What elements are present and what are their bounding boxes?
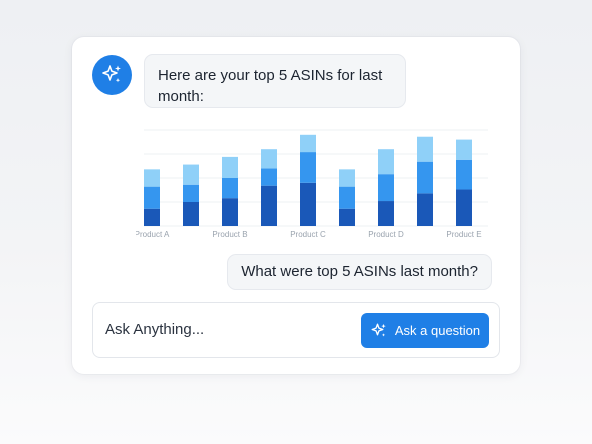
bar-segment: [222, 198, 238, 226]
ask-question-button[interactable]: Ask a question: [361, 313, 489, 348]
stacked-bar-chart: Product A Product B Product C Product D Prod…: [136, 129, 488, 239]
bar-segment: [339, 208, 355, 226]
bar-segment: [300, 182, 316, 226]
bar-segment: [339, 169, 355, 187]
bar-segment: [183, 164, 199, 185]
bar-segment: [417, 193, 433, 226]
sparkle-icon: [371, 323, 386, 337]
bar-segment: [456, 189, 472, 226]
bar-segment: [378, 201, 394, 226]
bar-segment: [222, 156, 238, 178]
x-tick-label: Product D: [368, 230, 404, 239]
bar-segment: [144, 169, 160, 187]
assistant-message-text: Here are your top 5 ASINs for last month…: [158, 67, 383, 105]
bar-segment: [183, 184, 199, 202]
assistant-message-bubble: Here are your top 5 ASINs for last month…: [144, 54, 406, 108]
bar-segment: [417, 136, 433, 162]
bar-segment: [300, 152, 316, 183]
sparkle-icon: [102, 65, 121, 83]
bar-segment: [300, 134, 316, 153]
bar-segment: [378, 174, 394, 202]
chat-card: Here are your top 5 ASINs for last month…: [72, 37, 520, 374]
bar-segment: [144, 186, 160, 209]
chat-input-placeholder[interactable]: Ask Anything...: [105, 303, 204, 357]
x-tick-label: Product A: [136, 230, 170, 239]
x-tick-label: Product C: [290, 230, 326, 239]
bar-segment: [144, 208, 160, 226]
ask-question-label: Ask a question: [394, 323, 481, 338]
bar-segment: [222, 178, 238, 199]
user-message-bubble: What were top 5 ASINs last month?: [227, 254, 492, 290]
bar-segment: [378, 149, 394, 175]
bar-segment: [261, 185, 277, 226]
x-tick-label: Product B: [212, 230, 247, 239]
user-message-text: What were top 5 ASINs last month?: [241, 263, 478, 280]
bar-segment: [261, 149, 277, 169]
x-tick-label: Product E: [446, 230, 481, 239]
bar-segment: [183, 202, 199, 226]
chat-input-box[interactable]: Ask Anything... Ask a question: [92, 302, 500, 358]
bar-segment: [417, 161, 433, 194]
assistant-avatar: [92, 55, 132, 95]
bar-segment: [456, 139, 472, 160]
bar-segment: [456, 159, 472, 190]
bar-segment: [261, 168, 277, 186]
bar-segment: [339, 186, 355, 209]
